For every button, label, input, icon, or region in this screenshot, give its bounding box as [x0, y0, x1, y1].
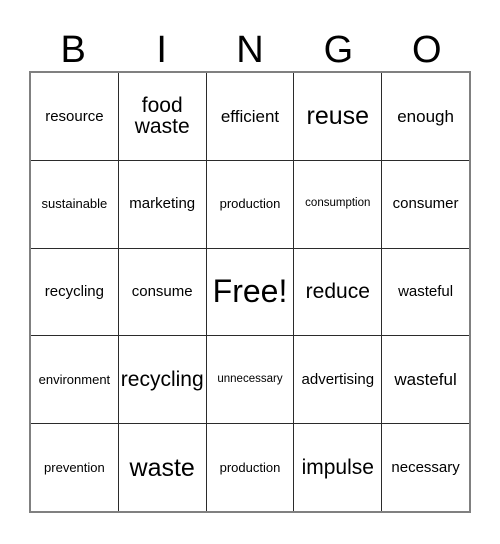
bingo-header-letter-i: I: [156, 29, 167, 71]
bingo-cell-label: prevention: [44, 459, 105, 475]
bingo-cell-label: enough: [397, 106, 454, 126]
bingo-header-letter-b: B: [60, 29, 86, 71]
bingo-cell-label: waste: [129, 453, 195, 482]
bingo-cell-label: recycling: [120, 367, 204, 391]
bingo-cell-label: environment: [38, 372, 111, 388]
bingo-header-letter-g: G: [323, 29, 354, 71]
bingo-cell[interactable]: recycling: [117, 336, 206, 424]
bingo-row: recycling consume Free! reduce wasteful: [31, 247, 469, 336]
bingo-cell-label: reuse: [306, 102, 370, 131]
bingo-cell[interactable]: unnecessary: [205, 336, 294, 424]
bingo-cell[interactable]: wasteful: [381, 336, 469, 424]
bingo-header-letter-o: O: [412, 29, 442, 71]
bingo-cell[interactable]: advertising: [293, 336, 381, 424]
bingo-row: resource food waste efficient reuse enough: [31, 73, 469, 160]
bingo-cell[interactable]: production: [205, 424, 294, 511]
bingo-cell-label: consumption: [305, 197, 371, 210]
bingo-cell[interactable]: consume: [117, 248, 206, 336]
bingo-cell-label: consumer: [392, 195, 459, 213]
bingo-cell[interactable]: reuse: [293, 73, 381, 160]
bingo-cell[interactable]: resource: [31, 73, 118, 160]
bingo-cell-label: resource: [45, 107, 104, 125]
bingo-cell[interactable]: consumption: [293, 160, 381, 248]
bingo-cell-label: food waste: [134, 93, 190, 139]
bingo-card: B I N G O resource food waste efficient reuse en…: [0, 0, 500, 544]
bingo-cell-label: sustainable: [41, 196, 108, 212]
bingo-cell[interactable]: wasteful: [381, 248, 469, 336]
bingo-cell[interactable]: consumer: [381, 160, 469, 248]
bingo-cell-label: wasteful: [398, 283, 454, 301]
bingo-header-row: BINGO: [29, 14, 471, 71]
bingo-cell-label: Free!: [212, 273, 288, 310]
bingo-cell[interactable]: enough: [381, 73, 469, 160]
bingo-cell[interactable]: necessary: [381, 424, 469, 511]
bingo-cell[interactable]: waste: [117, 424, 206, 511]
bingo-free-space[interactable]: Free!: [205, 248, 294, 336]
bingo-cell-label: reduce: [305, 280, 370, 304]
bingo-cell-label: efficient: [220, 106, 280, 126]
bingo-row: sustainable marketing production consumptio…: [31, 159, 469, 248]
bingo-cell-label: production: [219, 459, 281, 475]
bingo-cell[interactable]: reduce: [293, 248, 381, 336]
bingo-cell-label: wasteful: [394, 369, 457, 389]
bingo-cell-label: necessary: [391, 458, 460, 476]
bingo-cell-label: unnecessary: [217, 372, 283, 385]
bingo-cell[interactable]: marketing: [117, 160, 206, 248]
bingo-grid: resource food waste efficient reuse enough su…: [29, 71, 471, 513]
bingo-cell-label: recycling: [44, 283, 104, 301]
bingo-cell[interactable]: efficient: [205, 73, 294, 160]
bingo-row: environment recycling unnecessary advertisi…: [31, 335, 469, 424]
bingo-row: prevention waste production impulse necessar…: [31, 423, 469, 511]
bingo-cell[interactable]: production: [205, 160, 294, 248]
bingo-cell-label: production: [219, 196, 281, 212]
bingo-cell[interactable]: food waste: [117, 73, 206, 160]
bingo-cell[interactable]: impulse: [293, 424, 381, 511]
bingo-cell-label: impulse: [301, 455, 374, 479]
bingo-cell[interactable]: sustainable: [31, 161, 118, 248]
bingo-header-letter-n: N: [236, 29, 264, 71]
bingo-cell[interactable]: recycling: [31, 249, 118, 336]
bingo-cell-label: marketing: [129, 195, 196, 213]
bingo-cell[interactable]: prevention: [31, 424, 118, 511]
bingo-cell-label: consume: [131, 283, 193, 301]
bingo-cell-label: advertising: [301, 370, 375, 388]
bingo-cell[interactable]: environment: [31, 336, 118, 423]
